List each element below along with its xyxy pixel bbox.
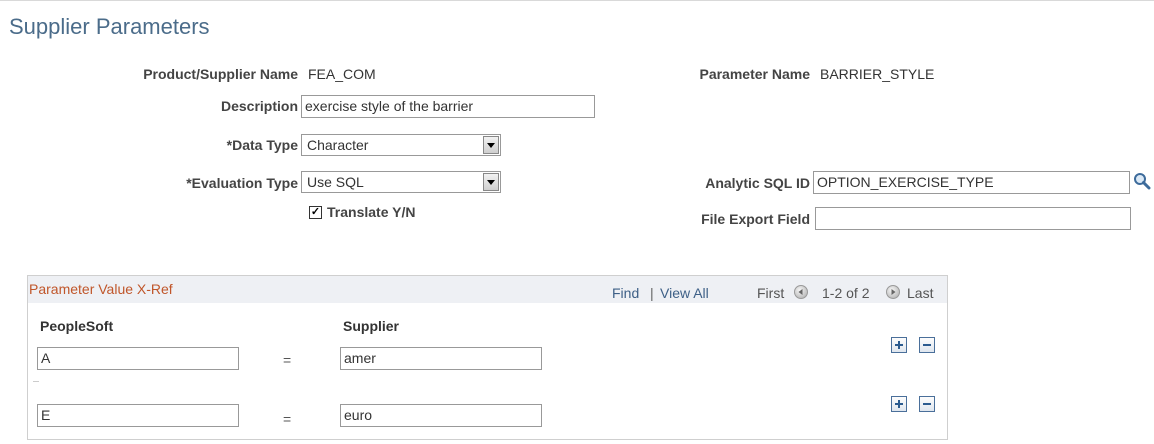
grid-title: Parameter Value X-Ref xyxy=(29,281,173,297)
file-export-field-input[interactable] xyxy=(815,207,1131,230)
file-export-field-label: File Export Field xyxy=(701,211,810,227)
data-type-select[interactable]: Character xyxy=(301,134,501,156)
evaluation-type-label: *Evaluation Type xyxy=(186,175,298,191)
top-rule xyxy=(0,0,1154,1)
evaluation-type-value: Use SQL xyxy=(307,174,364,190)
equals-sign: = xyxy=(283,411,292,427)
first-label: First xyxy=(757,285,785,301)
row-divider xyxy=(33,381,39,382)
product-supplier-name-value: FEA_COM xyxy=(308,66,376,82)
minus-icon[interactable] xyxy=(919,396,935,412)
prev-arrow-icon[interactable] xyxy=(794,285,808,299)
find-link[interactable]: Find xyxy=(612,285,639,301)
plus-icon[interactable] xyxy=(891,337,907,353)
last-label: Last xyxy=(907,285,934,301)
next-arrow-icon[interactable] xyxy=(886,285,900,299)
data-type-label: *Data Type xyxy=(226,137,298,153)
supplier-value-input[interactable]: euro xyxy=(340,404,542,427)
range-label: 1-2 of 2 xyxy=(822,285,870,301)
parameter-name-label: Parameter Name xyxy=(699,66,810,82)
minus-icon[interactable] xyxy=(919,337,935,353)
translate-checkbox[interactable]: ✓ xyxy=(309,206,322,219)
description-input[interactable]: exercise style of the barrier xyxy=(301,95,595,118)
analytic-sql-id-input[interactable]: OPTION_EXERCISE_TYPE xyxy=(813,171,1130,194)
data-type-dropdown-arrow-icon[interactable] xyxy=(483,136,499,154)
peoplesoft-value-input[interactable]: A xyxy=(37,347,239,370)
evaluation-type-dropdown-arrow-icon[interactable] xyxy=(483,173,499,191)
link-separator: | xyxy=(650,285,654,301)
plus-icon[interactable] xyxy=(891,396,907,412)
peoplesoft-value-input[interactable]: E xyxy=(37,404,239,427)
supplier-value-input[interactable]: amer xyxy=(340,347,542,370)
view-all-link[interactable]: View All xyxy=(660,285,709,301)
evaluation-type-select[interactable]: Use SQL xyxy=(301,171,501,193)
analytic-sql-id-label: Analytic SQL ID xyxy=(705,175,810,191)
product-supplier-name-label: Product/Supplier Name xyxy=(143,66,298,82)
translate-label: Translate Y/N xyxy=(327,204,416,220)
description-label: Description xyxy=(220,98,298,114)
data-type-value: Character xyxy=(307,137,369,153)
magnifier-icon[interactable] xyxy=(1133,172,1151,190)
column-header-supplier: Supplier xyxy=(343,318,400,334)
page-title: Supplier Parameters xyxy=(9,14,210,39)
column-header-peoplesoft: PeopleSoft xyxy=(40,318,114,334)
equals-sign: = xyxy=(283,352,292,368)
parameter-name-value: BARRIER_STYLE xyxy=(820,66,935,82)
